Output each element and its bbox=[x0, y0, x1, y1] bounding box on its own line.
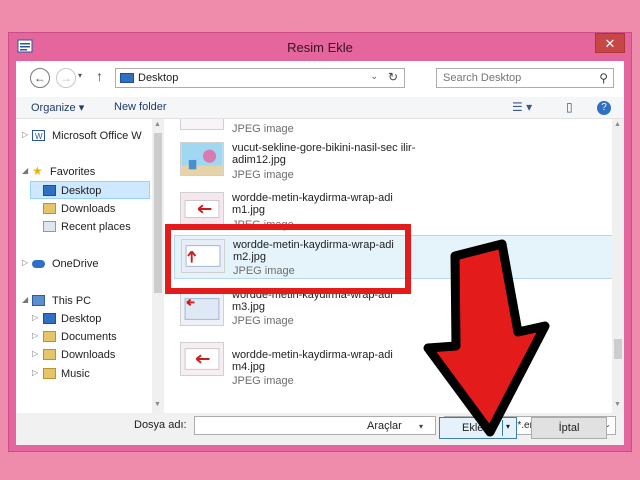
nav-item-office[interactable]: ▷ W Microsoft Office W bbox=[16, 127, 164, 145]
nav-item-downloads[interactable]: Downloads bbox=[16, 200, 164, 218]
file-type: JPEG image bbox=[232, 315, 294, 327]
command-bar: Organize ▾ New folder ☰ ▾ ▯ ? bbox=[16, 97, 624, 119]
search-icon[interactable]: ⚲ bbox=[599, 71, 608, 85]
red-arrow-overlay bbox=[423, 239, 550, 437]
documents-icon bbox=[43, 331, 56, 342]
preview-pane-icon[interactable]: ▯ bbox=[566, 100, 573, 114]
list-item[interactable]: vucut-sekline-gore-bikini-nasil-sec ilir… bbox=[174, 139, 614, 185]
image-thumbnail bbox=[180, 119, 224, 130]
forward-button[interactable]: → bbox=[56, 68, 76, 88]
nav-item-onedrive[interactable]: ▷ OneDrive bbox=[16, 255, 164, 273]
image-thumbnail bbox=[180, 342, 224, 376]
nav-item-this-pc[interactable]: ◢ This PC bbox=[16, 292, 164, 310]
image-thumbnail bbox=[180, 292, 224, 326]
desktop-folder-icon bbox=[120, 73, 134, 83]
refresh-icon[interactable]: ↻ bbox=[388, 70, 398, 84]
up-button[interactable]: ↑ bbox=[96, 68, 103, 84]
file-list-scrollbar[interactable]: ▲ ▼ bbox=[612, 119, 624, 413]
recent-locations-dropdown[interactable]: ▾ bbox=[78, 71, 82, 80]
nav-item-favorites[interactable]: ◢ ★ Favorites bbox=[16, 163, 164, 181]
file-type: JPEG image bbox=[232, 169, 294, 181]
nav-item-music[interactable]: ▷ Music bbox=[16, 365, 164, 383]
search-input[interactable] bbox=[437, 69, 587, 87]
pc-icon bbox=[32, 295, 45, 306]
svg-text:W: W bbox=[35, 132, 43, 141]
image-thumbnail bbox=[180, 142, 224, 176]
file-name: wordde-metin-kaydirma-wrap-adi m1.jpg bbox=[232, 192, 393, 216]
nav-item-pc-downloads[interactable]: ▷ Downloads bbox=[16, 346, 164, 364]
address-dropdown-icon[interactable]: ⌄ bbox=[370, 71, 378, 82]
list-item[interactable]: JPEG image bbox=[174, 119, 614, 139]
nav-item-desktop[interactable]: Desktop bbox=[30, 181, 150, 199]
nav-item-pc-desktop[interactable]: ▷ Desktop bbox=[16, 310, 164, 328]
scroll-up-icon[interactable]: ▲ bbox=[154, 121, 161, 128]
nav-scroll-thumb[interactable] bbox=[154, 133, 162, 293]
highlight-box bbox=[165, 224, 411, 294]
close-button[interactable]: ✕ bbox=[595, 33, 625, 53]
address-row: ← → ▾ ↑ Desktop ⌄ ↻ ⚲ bbox=[16, 61, 624, 97]
address-bar[interactable]: Desktop ⌄ ↻ bbox=[115, 68, 405, 88]
view-options-icon[interactable]: ☰ ▾ bbox=[512, 100, 532, 114]
star-icon: ★ bbox=[32, 164, 43, 178]
file-name: vucut-sekline-gore-bikini-nasil-sec ilir… bbox=[232, 142, 416, 166]
title-bar: Resim Ekle ✕ bbox=[9, 33, 631, 61]
nav-item-documents[interactable]: ▷ Documents bbox=[16, 328, 164, 346]
scroll-down-icon[interactable]: ▼ bbox=[154, 401, 161, 408]
search-box[interactable]: ⚲ bbox=[436, 68, 614, 88]
help-icon[interactable]: ? bbox=[597, 101, 611, 115]
file-type: JPEG image bbox=[232, 375, 294, 387]
downloads-icon bbox=[43, 349, 56, 360]
file-type: JPEG image bbox=[232, 123, 294, 135]
desktop-icon bbox=[43, 185, 56, 196]
desktop-icon bbox=[43, 313, 56, 324]
window-title: Resim Ekle bbox=[287, 40, 353, 55]
scroll-up-icon[interactable]: ▲ bbox=[614, 121, 621, 128]
file-name: wordde-metin-kaydirma-wrap-adi m4.jpg bbox=[232, 349, 393, 373]
image-thumbnail bbox=[180, 192, 224, 226]
scroll-down-icon[interactable]: ▼ bbox=[614, 401, 621, 408]
music-icon bbox=[43, 368, 56, 379]
nav-item-recent[interactable]: Recent places bbox=[16, 218, 164, 236]
filename-label: Dosya adı: bbox=[134, 419, 187, 431]
file-list-scroll-thumb[interactable] bbox=[614, 339, 622, 359]
cloud-icon bbox=[32, 260, 45, 268]
downloads-icon bbox=[43, 203, 56, 214]
recent-icon bbox=[43, 221, 56, 232]
tools-button[interactable]: Araçlar bbox=[367, 420, 402, 432]
organize-button[interactable]: Organize ▾ bbox=[31, 101, 84, 114]
word-icon: W bbox=[32, 130, 45, 141]
new-folder-button[interactable]: New folder bbox=[114, 101, 167, 113]
navigation-pane: ▷ W Microsoft Office W ◢ ★ Favorites Des… bbox=[16, 119, 164, 413]
nav-scrollbar[interactable]: ▲ ▼ bbox=[152, 119, 164, 413]
address-path: Desktop bbox=[138, 72, 179, 84]
back-button[interactable]: ← bbox=[30, 68, 50, 88]
